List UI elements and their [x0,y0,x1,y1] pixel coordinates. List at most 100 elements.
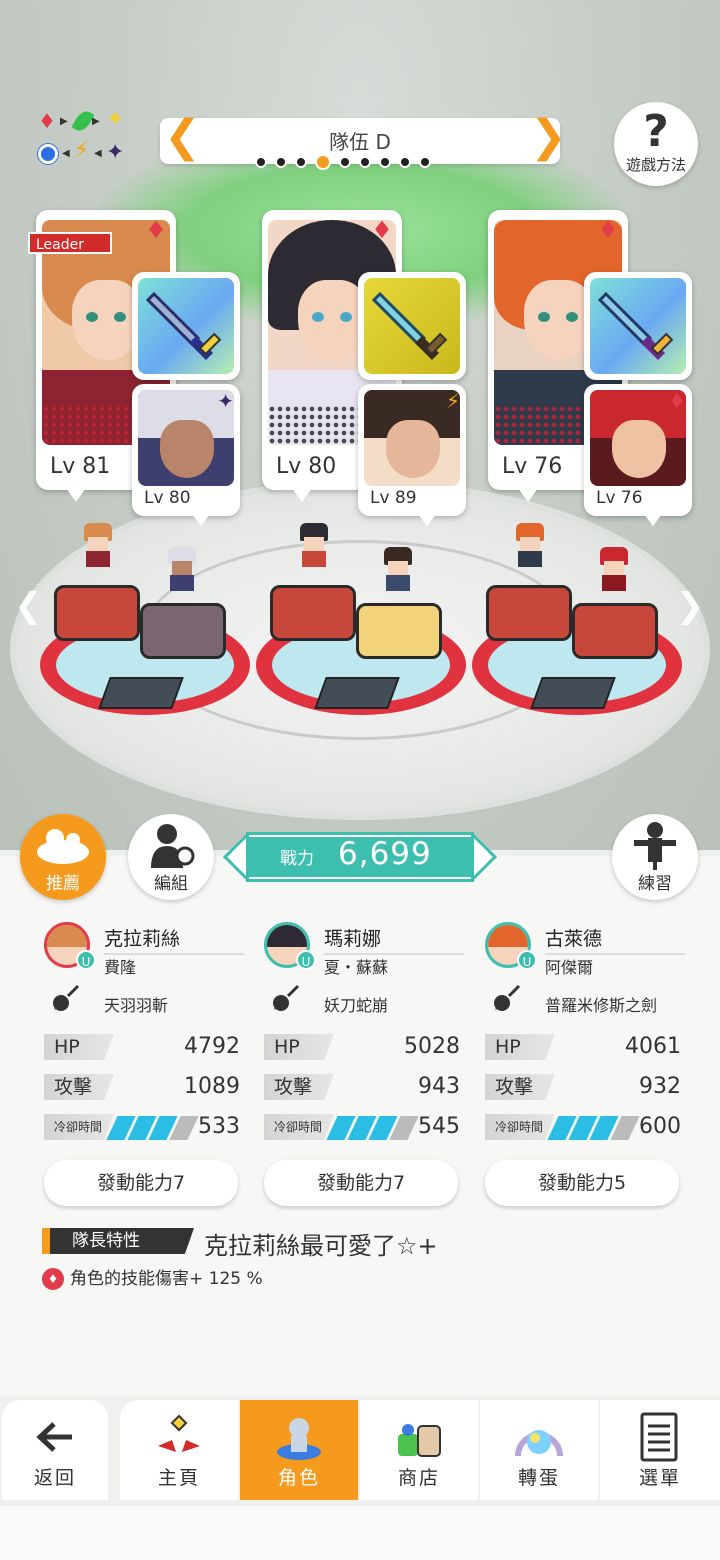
leader-skill-tag: 隊長特性 [42,1228,194,1254]
support-character-card[interactable]: ♦ Lv 76 [584,384,692,526]
weapon-icon [53,984,80,1011]
support-level: Lv 89 [370,488,417,508]
ability-button[interactable]: 發動能力5 [485,1160,679,1206]
unique-badge-icon: U [517,950,537,970]
home-icon [158,1414,200,1452]
arrow-icon: ◀ [94,148,102,159]
weapon-card[interactable] [358,272,466,380]
edit-team-button[interactable]: 編組 [128,814,214,900]
team-page-dot[interactable] [359,156,371,168]
nav-shop-label: 商店 [397,1467,440,1489]
character-sprite [164,547,200,591]
cooldown-bar [326,1116,422,1140]
support-name: 費隆 [104,958,137,977]
hp-row: HP 4792 [44,1034,240,1062]
dark-element-icon: ✦ [217,389,234,413]
atk-label: 攻擊 [485,1074,555,1100]
nav-character[interactable]: 角色 [240,1400,358,1500]
weapon-chip-icon [314,677,400,709]
fire-element-icon: ♦ [145,216,167,244]
team-slot-1: ♦ Lv 81 Leader ✦ Lv 80 [28,210,246,526]
team-slot-2: ♦ Lv 80 ⚡ Lv 89 [262,210,472,526]
ability-button[interactable]: 發動能力7 [44,1160,238,1206]
cooldown-label: 冷卻時間 [485,1114,555,1140]
leader-skill-effect: ♦ 角色的技能傷害+ 125 % [42,1264,263,1290]
pedestal-3[interactable] [472,523,682,725]
hp-label: HP [44,1034,114,1060]
help-label: 遊戲方法 [625,156,686,174]
app-root: ♦ ▶ ▶ ✦ ◀ ⚡ ◀ ✦ ❮ 隊伍 D ❯ ? 遊戲方法 ♦ Lv 81 … [0,0,720,1560]
training-label: 練習 [638,874,672,894]
character-level: Lv 81 [50,454,111,479]
nav-back[interactable]: 返回 [2,1400,108,1500]
recommend-label: 推薦 [46,874,80,894]
atk-row: 攻擊 943 [264,1074,460,1102]
weapon-chip-icon [530,677,616,709]
member-name: 古萊德 [545,924,685,955]
member-column-1: U 克拉莉絲 費隆 天羽羽斬 HP 4792 攻擊 1089 冷卻時間 533 發動能… [44,922,244,1212]
pedestal-1[interactable] [40,523,250,725]
training-button[interactable]: 練習 [612,814,698,900]
weapon-card[interactable] [132,272,240,380]
team-page-dot[interactable] [275,156,287,168]
nav-home[interactable]: 主頁 [120,1400,238,1500]
arrow-icon: ▶ [92,116,100,127]
chevron-left-icon[interactable]: ❮ [14,586,43,626]
nav-home-label: 主頁 [157,1467,200,1489]
team-page-dot[interactable] [399,156,411,168]
team-page-dot[interactable] [255,156,267,168]
support-character-card[interactable]: ⚡ Lv 89 [358,384,466,526]
atk-value: 943 [418,1074,460,1099]
sword-icon [590,278,686,374]
next-team-button[interactable]: ❯ [530,114,567,164]
footer-strip [0,1506,720,1560]
help-button[interactable]: ? 遊戲方法 [614,102,698,186]
team-slot-3: ♦ Lv 76 ♦ Lv 76 [488,210,698,526]
hp-value: 4061 [625,1034,681,1059]
team-page-dot[interactable] [419,156,431,168]
nav-menu[interactable]: 選單 [600,1400,720,1500]
thunder-element-icon: ⚡ [74,138,90,163]
atk-value: 1089 [184,1074,240,1099]
hp-row: HP 5028 [264,1034,460,1062]
question-mark-icon: ? [643,106,669,157]
gacha-orb-icon [515,1430,563,1457]
team-page-dot[interactable] [315,154,331,170]
team-page-dot[interactable] [295,156,307,168]
team-selector: ❮ 隊伍 D ❯ [160,114,567,170]
hp-value: 4792 [184,1034,240,1059]
fire-element-icon: ♦ [668,389,686,413]
recommend-button[interactable]: 推薦 [20,814,106,900]
chevron-right-icon[interactable]: ❯ [676,586,705,626]
cooldown-row: 冷卻時間 533 [44,1114,240,1142]
unique-badge-icon: U [76,950,96,970]
cooldown-label: 冷卻時間 [44,1114,114,1140]
cooldown-label: 冷卻時間 [264,1114,334,1140]
character-level: Lv 80 [276,454,337,479]
team-power: 戰力 6,699 [222,832,498,882]
character-icon [277,1418,321,1460]
weapon-name: 妖刀蛇崩 [324,996,389,1015]
support-character-card[interactable]: ✦ Lv 80 [132,384,240,526]
weapon-icon [273,984,300,1011]
dark-element-icon: ✦ [106,140,125,165]
atk-row: 攻擊 932 [485,1074,681,1102]
person-gear-icon [151,824,195,868]
ability-button[interactable]: 發動能力7 [264,1160,458,1206]
team-page-dot[interactable] [339,156,351,168]
nav-gacha[interactable]: 轉蛋 [480,1400,598,1500]
fire-element-icon: ♦ [371,216,393,244]
weapon-card[interactable] [584,272,692,380]
light-element-icon: ✦ [106,107,125,132]
team-stage: ♦ ▶ ▶ ✦ ◀ ⚡ ◀ ✦ ❮ 隊伍 D ❯ ? 遊戲方法 ♦ Lv 81 … [0,0,720,850]
team-name: 隊伍 D [329,130,391,154]
element-chart[interactable]: ♦ ▶ ▶ ✦ ◀ ⚡ ◀ ✦ [34,107,130,168]
hp-row: HP 4061 [485,1034,681,1062]
team-page-dot[interactable] [379,156,391,168]
pedestal-2[interactable] [256,523,466,725]
cooldown-value: 545 [418,1114,460,1139]
weapon-chip-icon [98,677,184,709]
weapon-name: 天羽羽斬 [104,996,169,1015]
nav-shop[interactable]: 商店 [360,1400,478,1500]
atk-row: 攻擊 1089 [44,1074,240,1102]
